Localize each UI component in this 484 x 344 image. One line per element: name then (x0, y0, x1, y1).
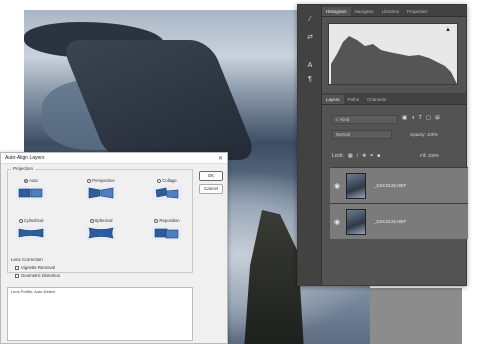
distortion-checkbox[interactable] (15, 273, 19, 278)
lock-label: Lock: (332, 153, 344, 159)
tab-histogram[interactable]: Histogram (322, 7, 351, 16)
character-icon[interactable]: A (304, 61, 316, 71)
geometric-distortion-option[interactable]: Geometric Distortion (15, 273, 60, 278)
lens-correction-label: Lens Correction (11, 257, 43, 262)
radio-reposition[interactable] (154, 218, 159, 223)
panel-toolstrip: ⁄ ⇄ A ¶ (298, 5, 322, 285)
histogram-graph: ▲ (328, 23, 458, 85)
screenshot-stage: Auto-Align Layers ✕ Projection Auto Pers… (0, 0, 484, 344)
tab-layers[interactable]: Layers (322, 95, 344, 104)
lock-pixels-icon[interactable]: ▦ (348, 153, 353, 159)
auto-align-dialog: Auto-Align Layers ✕ Projection Auto Pers… (0, 152, 228, 344)
adjustment-filter-icon[interactable]: ◑ (411, 115, 414, 121)
auto-projection-icon (16, 186, 46, 200)
projection-cylindrical[interactable]: Cylindrical (9, 217, 53, 253)
spherical-projection-icon (86, 226, 116, 240)
blend-mode-select[interactable]: Normal (332, 130, 392, 139)
projection-spherical[interactable]: Spherical (79, 217, 123, 253)
paragraph-icon[interactable]: ¶ (304, 75, 316, 85)
layer-filter-kind: Kind (340, 117, 350, 122)
canvas-background (370, 288, 462, 344)
projection-cylindrical-label: Cylindrical (23, 218, 44, 223)
ok-button[interactable]: OK (199, 171, 223, 181)
layer-thumbnail (346, 172, 366, 199)
cancel-button[interactable]: Cancel (199, 184, 223, 194)
vignette-removal-option[interactable]: Vignette Removal (15, 265, 55, 270)
projection-perspective[interactable]: Perspective (79, 177, 123, 213)
layers-panel-tabs: Layers Paths Channels (322, 93, 466, 105)
reposition-projection-icon (152, 226, 182, 240)
type-filter-icon[interactable]: T (419, 115, 422, 121)
projection-auto[interactable]: Auto (9, 177, 53, 213)
warning-icon[interactable]: ▲ (445, 27, 451, 33)
tab-paths[interactable]: Paths (344, 95, 364, 104)
projection-spherical-label: Spherical (94, 218, 113, 223)
layer-name: _DSC0126.NEF (374, 219, 407, 224)
lock-all-icon[interactable]: ■ (377, 153, 380, 159)
dialog-titlebar[interactable]: Auto-Align Layers ✕ (1, 153, 227, 164)
projection-reposition-label: Reposition (159, 218, 180, 223)
lock-position-icon[interactable]: ✥ (362, 153, 366, 159)
cylindrical-projection-icon (16, 226, 46, 240)
photoshop-panel: ⁄ ⇄ A ¶ Histogram Navigator Libraries Pr… (297, 4, 468, 286)
layer-thumbnail (346, 208, 366, 235)
shape-filter-icon[interactable]: ▢ (426, 115, 431, 121)
layer-name: _DSC0125.NEF (374, 183, 407, 188)
eye-icon[interactable]: ◉ (330, 218, 344, 226)
projection-auto-label: Auto (29, 178, 38, 183)
tab-libraries[interactable]: Libraries (378, 7, 403, 16)
projection-label: Projection (11, 166, 36, 171)
radio-cylindrical[interactable] (18, 218, 23, 223)
radio-perspective[interactable] (87, 178, 92, 183)
fill-field[interactable]: Fill: 100% (420, 153, 439, 158)
distortion-label: Geometric Distortion (21, 273, 61, 278)
close-icon[interactable]: ✕ (218, 155, 223, 162)
lock-row: Lock: ▦ / ✥ ⌗ ■ (332, 153, 380, 159)
dialog-title: Auto-Align Layers (5, 155, 45, 161)
radio-spherical[interactable] (89, 218, 94, 223)
smart-object-filter-icon[interactable]: ⊞ (435, 115, 440, 121)
adjust-icon[interactable]: ⇄ (304, 33, 316, 43)
eye-icon[interactable]: ◉ (330, 182, 344, 190)
lens-profile-list[interactable]: Lens Profile: Auto-Detect (7, 287, 193, 341)
projection-perspective-label: Perspective (92, 178, 115, 183)
radio-auto[interactable] (24, 178, 29, 183)
lens-profile-header: Lens Profile: Auto-Detect (11, 289, 56, 294)
layer-filter-icons: ▣ ◑ T ▢ ⊞ (402, 115, 440, 121)
vignette-label: Vignette Removal (21, 265, 55, 270)
tab-navigator[interactable]: Navigator (351, 7, 378, 16)
layer-filter-field[interactable]: ⌕ Kind (332, 115, 398, 124)
top-panel-tabs: Histogram Navigator Libraries Properties (322, 5, 466, 17)
collage-projection-icon (152, 186, 182, 200)
opacity-field[interactable]: Opacity: 100% (410, 132, 438, 137)
tab-properties[interactable]: Properties (403, 7, 432, 16)
lock-artboard-icon[interactable]: ⌗ (370, 153, 373, 159)
lock-brush-icon[interactable]: / (357, 153, 358, 159)
layer-row[interactable]: ◉ _DSC0126.NEF (330, 203, 468, 239)
radio-collage[interactable] (157, 178, 162, 183)
projection-collage-label: Collage (162, 178, 177, 183)
vignette-checkbox[interactable] (15, 265, 19, 270)
projection-collage[interactable]: Collage (145, 177, 189, 213)
search-icon: ⌕ (336, 117, 339, 122)
projection-reposition[interactable]: Reposition (145, 217, 189, 253)
layer-row[interactable]: ◉ _DSC0125.NEF (330, 167, 468, 203)
tab-channels[interactable]: Channels (363, 95, 390, 104)
perspective-projection-icon (86, 186, 116, 200)
brush-icon[interactable]: ⁄ (304, 15, 316, 25)
pixel-filter-icon[interactable]: ▣ (402, 115, 407, 121)
